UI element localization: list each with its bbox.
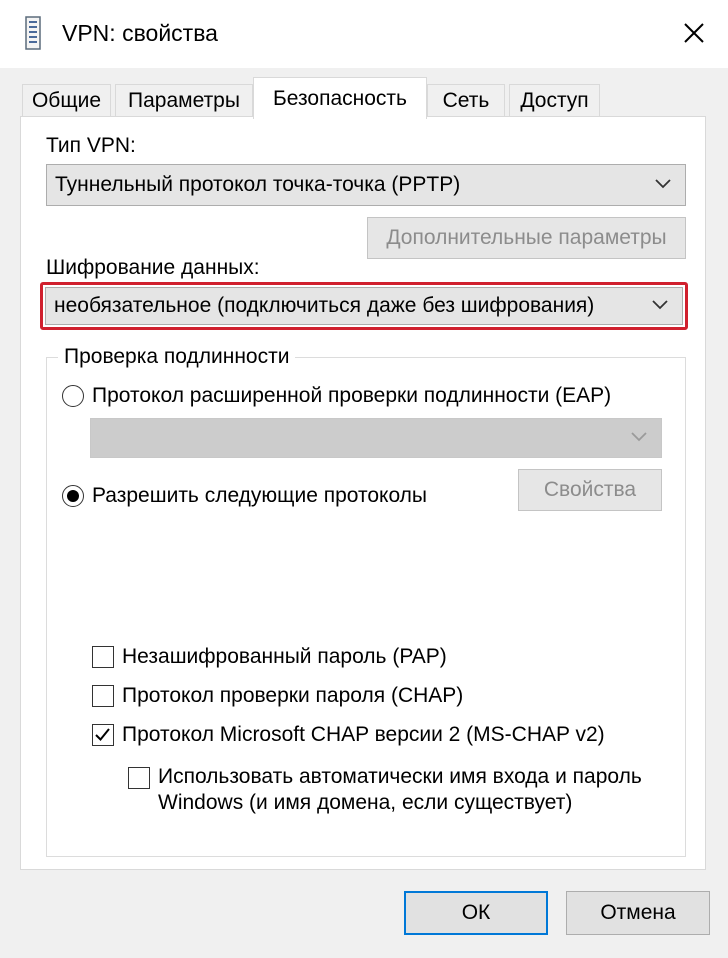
- properties-button[interactable]: Свойства: [518, 469, 662, 511]
- vpn-type-select[interactable]: Туннельный протокол точка-точка (PPTP): [46, 164, 686, 206]
- tab-security[interactable]: Безопасность: [253, 77, 427, 119]
- pap-label[interactable]: Незашифрованный пароль (PAP): [122, 645, 447, 669]
- encryption-value: необязательное (подключиться даже без ши…: [54, 294, 595, 317]
- chevron-down-icon: [652, 300, 668, 310]
- eap-radio-label[interactable]: Протокол расширенной проверки подлинност…: [92, 384, 611, 408]
- close-button[interactable]: [668, 8, 720, 58]
- encryption-label: Шифрование данных:: [46, 256, 260, 279]
- pap-checkbox[interactable]: [92, 646, 114, 668]
- tab-network[interactable]: Сеть: [427, 84, 505, 117]
- tab-parameters[interactable]: Параметры: [115, 84, 253, 117]
- mschapv2-label[interactable]: Протокол Microsoft CHAP версии 2 (MS-CHA…: [122, 723, 605, 747]
- mschapv2-checkbox[interactable]: [92, 724, 114, 746]
- auto-login-checkbox[interactable]: [128, 767, 150, 789]
- advanced-settings-button[interactable]: Дополнительные параметры: [367, 217, 686, 259]
- chevron-down-icon: [631, 432, 647, 442]
- tab-general[interactable]: Общие: [22, 84, 111, 117]
- eap-method-select[interactable]: [90, 418, 662, 458]
- window-title: VPN: свойства: [62, 20, 218, 46]
- encryption-select[interactable]: необязательное (подключиться даже без ши…: [45, 287, 683, 325]
- chap-checkbox[interactable]: [92, 685, 114, 707]
- eap-radio[interactable]: [62, 385, 84, 407]
- vpn-type-value: Туннельный протокол точка-точка (PPTP): [55, 173, 461, 196]
- network-connection-icon: [22, 16, 44, 50]
- chevron-down-icon: [655, 179, 671, 189]
- authentication-group-title: Проверка подлинности: [58, 345, 296, 369]
- auto-login-label-line2[interactable]: Windows (и имя домена, если существует): [158, 791, 572, 815]
- checkmark-icon: [95, 728, 110, 741]
- vpn-type-label: Тип VPN:: [46, 134, 136, 157]
- auto-login-label-line1[interactable]: Использовать автоматически имя входа и п…: [158, 765, 642, 789]
- chap-label[interactable]: Протокол проверки пароля (CHAP): [122, 684, 463, 708]
- allow-protocols-radio[interactable]: [62, 485, 84, 507]
- allow-protocols-label[interactable]: Разрешить следующие протоколы: [92, 484, 427, 508]
- ok-button[interactable]: ОК: [404, 891, 548, 935]
- tab-access[interactable]: Доступ: [509, 84, 600, 117]
- cancel-button[interactable]: Отмена: [566, 891, 710, 935]
- close-icon: [684, 23, 704, 43]
- radio-selected-dot: [66, 489, 79, 502]
